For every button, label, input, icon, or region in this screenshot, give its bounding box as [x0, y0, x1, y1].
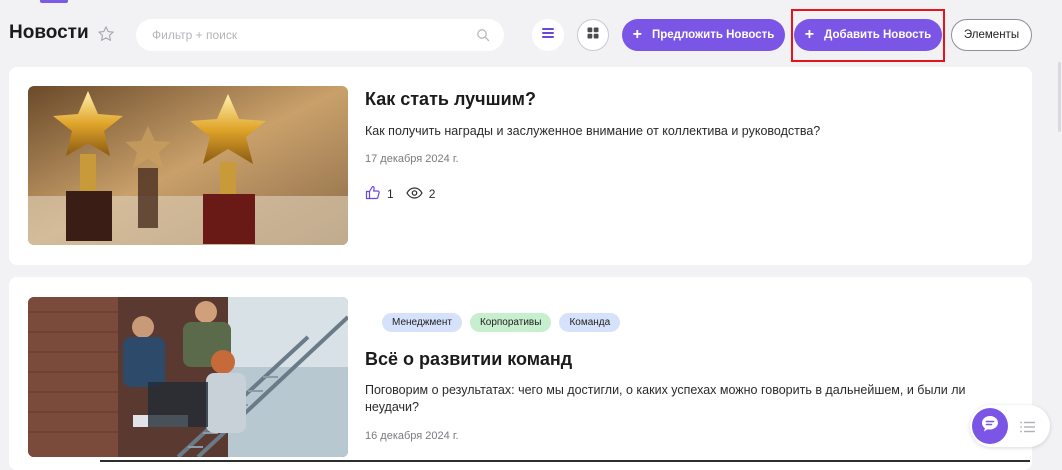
- tag-management[interactable]: Менеджмент: [382, 313, 462, 332]
- elements-label: Элементы: [963, 29, 1020, 41]
- like-count: 1: [387, 187, 394, 201]
- scrollbar[interactable]: [1058, 0, 1062, 470]
- suggest-news-label: Предложить Новость: [651, 29, 775, 41]
- news-card[interactable]: Как стать лучшим? Как получить награды и…: [9, 67, 1032, 265]
- tag-corporate[interactable]: Корпоративы: [469, 313, 552, 332]
- news-description: Поговорим о результатах: чего мы достигл…: [365, 383, 966, 414]
- view-count: 2: [428, 187, 436, 201]
- like-button[interactable]: 1: [365, 185, 394, 203]
- scrollbar-thumb[interactable]: [1058, 62, 1061, 132]
- search-icon[interactable]: [476, 28, 490, 42]
- news-image-awards[interactable]: [28, 86, 348, 245]
- news-description: Как получить награды и заслуженное внима…: [365, 124, 821, 138]
- divider: [100, 460, 1030, 462]
- plus-icon: +: [632, 26, 642, 43]
- views: 2: [405, 186, 436, 202]
- tag-team[interactable]: Команда: [559, 313, 621, 332]
- grid-view-icon: [587, 26, 599, 44]
- like-icon: [365, 185, 387, 203]
- chat-widget[interactable]: [970, 405, 1050, 447]
- search-field[interactable]: [136, 19, 504, 51]
- list-view-button[interactable]: [532, 19, 564, 51]
- eye-icon: [405, 186, 429, 202]
- page-header: Новости + Предложить Новость + Добавить …: [0, 0, 1062, 66]
- list-view-icon: [541, 26, 555, 44]
- suggest-news-button[interactable]: + Предложить Новость: [622, 19, 785, 51]
- news-stats: 1 2: [365, 185, 447, 203]
- news-title[interactable]: Всё о развитии команд: [365, 349, 572, 370]
- news-date: 16 декабря 2024 г.: [365, 430, 459, 442]
- news-date: 17 декабря 2024 г.: [365, 153, 459, 165]
- chat-button[interactable]: [972, 408, 1008, 444]
- highlight-box: [791, 9, 945, 62]
- news-card[interactable]: Менеджмент Корпоративы Команда Всё о раз…: [9, 277, 1032, 470]
- chat-icon: [980, 414, 1000, 439]
- news-title[interactable]: Как стать лучшим?: [365, 89, 536, 110]
- grid-view-button[interactable]: [577, 19, 609, 51]
- tag-list: Менеджмент Корпоративы Команда: [382, 313, 628, 332]
- star-icon[interactable]: [97, 25, 115, 43]
- elements-button[interactable]: Элементы: [951, 19, 1032, 51]
- menu-icon[interactable]: [1020, 420, 1036, 433]
- news-image-team[interactable]: [28, 297, 348, 457]
- page-title: Новости: [9, 22, 89, 43]
- search-input[interactable]: [152, 19, 472, 51]
